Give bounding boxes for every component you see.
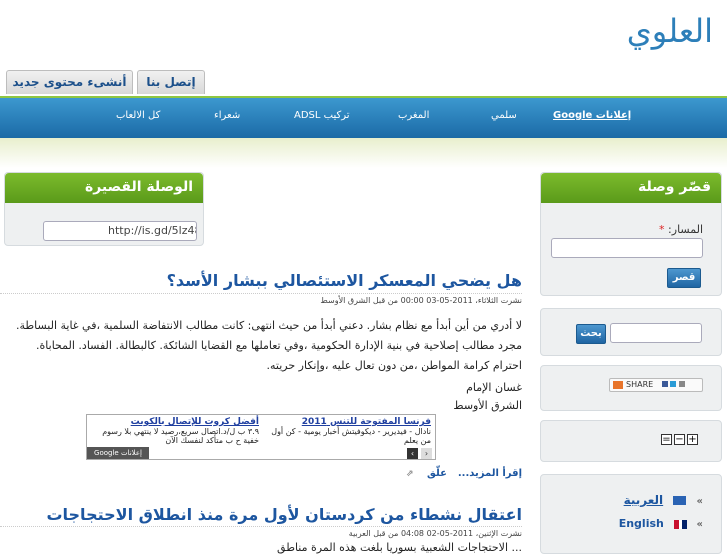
ad-2-text: ٣.٩ ب ل/د.اتصال سريع،رصيد لا ينتهي بلا ر… [102,427,259,445]
article-2-title[interactable]: اعتقال نشطاء من كردستان لأول مرة منذ انط… [46,505,522,524]
comment-link[interactable]: علّق ⇗ [406,468,447,479]
read-more-label: إقرأ المزيد... [457,468,522,479]
font-increase-button[interactable]: + [687,434,698,445]
ad-1-title[interactable]: فرنسا المفتوحة للتنس 2011 [263,417,431,427]
comment-label: علّق [427,468,447,479]
site-title[interactable]: العلوي [627,12,713,50]
ad-1-text: نادال - فيديرير - ديكوفيتش أخبار يومية -… [271,427,431,445]
language-english-label: English [618,517,664,530]
search-input[interactable] [610,323,702,343]
language-arabic[interactable]: » العربية [624,493,703,507]
nav-adsl[interactable]: تركيب ADSL [294,110,350,121]
article-2-body: ... الاحتجاجات الشعبية بسوريا بلغت هذه ا… [277,541,522,554]
article-2-meta: نشرت الإثنين، 2011-05-02 04:08 من قبل ال… [348,529,522,538]
ad-column-1[interactable]: فرنسا المفتوحة للتنس 2011 نادال - فيديري… [263,417,431,445]
short-link-title: الوصلة القصيرة [5,173,203,203]
external-link-icon: ⇗ [406,469,414,479]
article-1-source: الشرق الأوسط [453,399,522,412]
nav-salmi[interactable]: سلمي [491,110,517,121]
google-ads-footer[interactable]: Google إعلانات [87,447,149,459]
short-url-field[interactable]: http://is.gd/5lz48e [43,221,197,241]
font-decrease-button[interactable]: − [674,434,685,445]
article-1-body: لا أدري من أين أبدأ مع نظام بشار. دعني أ… [15,319,522,372]
ad-2-title[interactable]: أفضل كروت للإتصال بالكويت [89,417,259,427]
language-english[interactable]: » English [619,517,703,530]
more-icon [678,381,685,387]
path-label-row: المسار: * [659,223,703,236]
short-link-box: الوصلة القصيرة http://is.gd/5lz48e [4,172,204,246]
ad-next-icon[interactable]: › [421,448,432,459]
path-label: المسار: [668,223,703,236]
facebook-icon [661,381,668,387]
share-box: SHARE [540,365,722,411]
google-ad-block[interactable]: فرنسا المفتوحة للتنس 2011 نادال - فيديري… [86,414,436,460]
search-box: بحث [540,308,722,356]
divider [0,293,522,294]
tab-create-content[interactable]: أنشىء محتوى جديد [6,70,133,94]
uk-flag-icon [673,519,687,529]
shorten-link-box: قصّر وصلة المسار: * قصر [540,172,722,296]
read-more-link[interactable]: إقرأ المزيد... [458,468,522,479]
share-label: SHARE [626,380,654,389]
divider [0,526,522,527]
search-button[interactable]: بحث [576,324,606,344]
bullet: » [696,519,703,530]
ad-column-2[interactable]: أفضل كروت للإتصال بالكويت ٣.٩ ب ل/د.اتصا… [89,417,259,445]
shorten-button[interactable]: قصر [667,268,701,288]
ad-prev-icon[interactable]: ‹ [407,448,418,459]
nav-google-ads[interactable]: إعلانات Google [553,110,631,121]
language-arabic-label: العربية [623,493,664,507]
path-input[interactable] [551,238,703,258]
arabic-flag-icon [673,496,687,505]
article-1-meta: نشرت الثلاثاء، 2011-05-03 00:00 من قبل ا… [320,296,522,305]
tab-contact-us[interactable]: إتصل بنا [137,70,205,94]
font-reset-button[interactable]: = [661,434,672,445]
language-box: » العربية » English [540,474,722,554]
article-1-author: غسان الإمام [466,381,522,394]
nav-all-games[interactable]: كل الالعاب [116,110,160,121]
twitter-icon [670,381,677,387]
shorten-link-title: قصّر وصلة [541,173,721,203]
share-button[interactable]: SHARE [609,378,703,392]
nav-morocco[interactable]: المغرب [398,110,429,121]
article-1-title[interactable]: هل يضحي المعسكر الاستئصالي ببشار الأسد؟ [167,271,522,290]
navbar-shadow [0,138,727,168]
font-size-box: = − + [540,420,722,462]
bullet: » [696,496,703,507]
share-icon [613,380,623,389]
required-mark: * [659,223,665,236]
nav-poets[interactable]: شعراء [214,110,240,121]
